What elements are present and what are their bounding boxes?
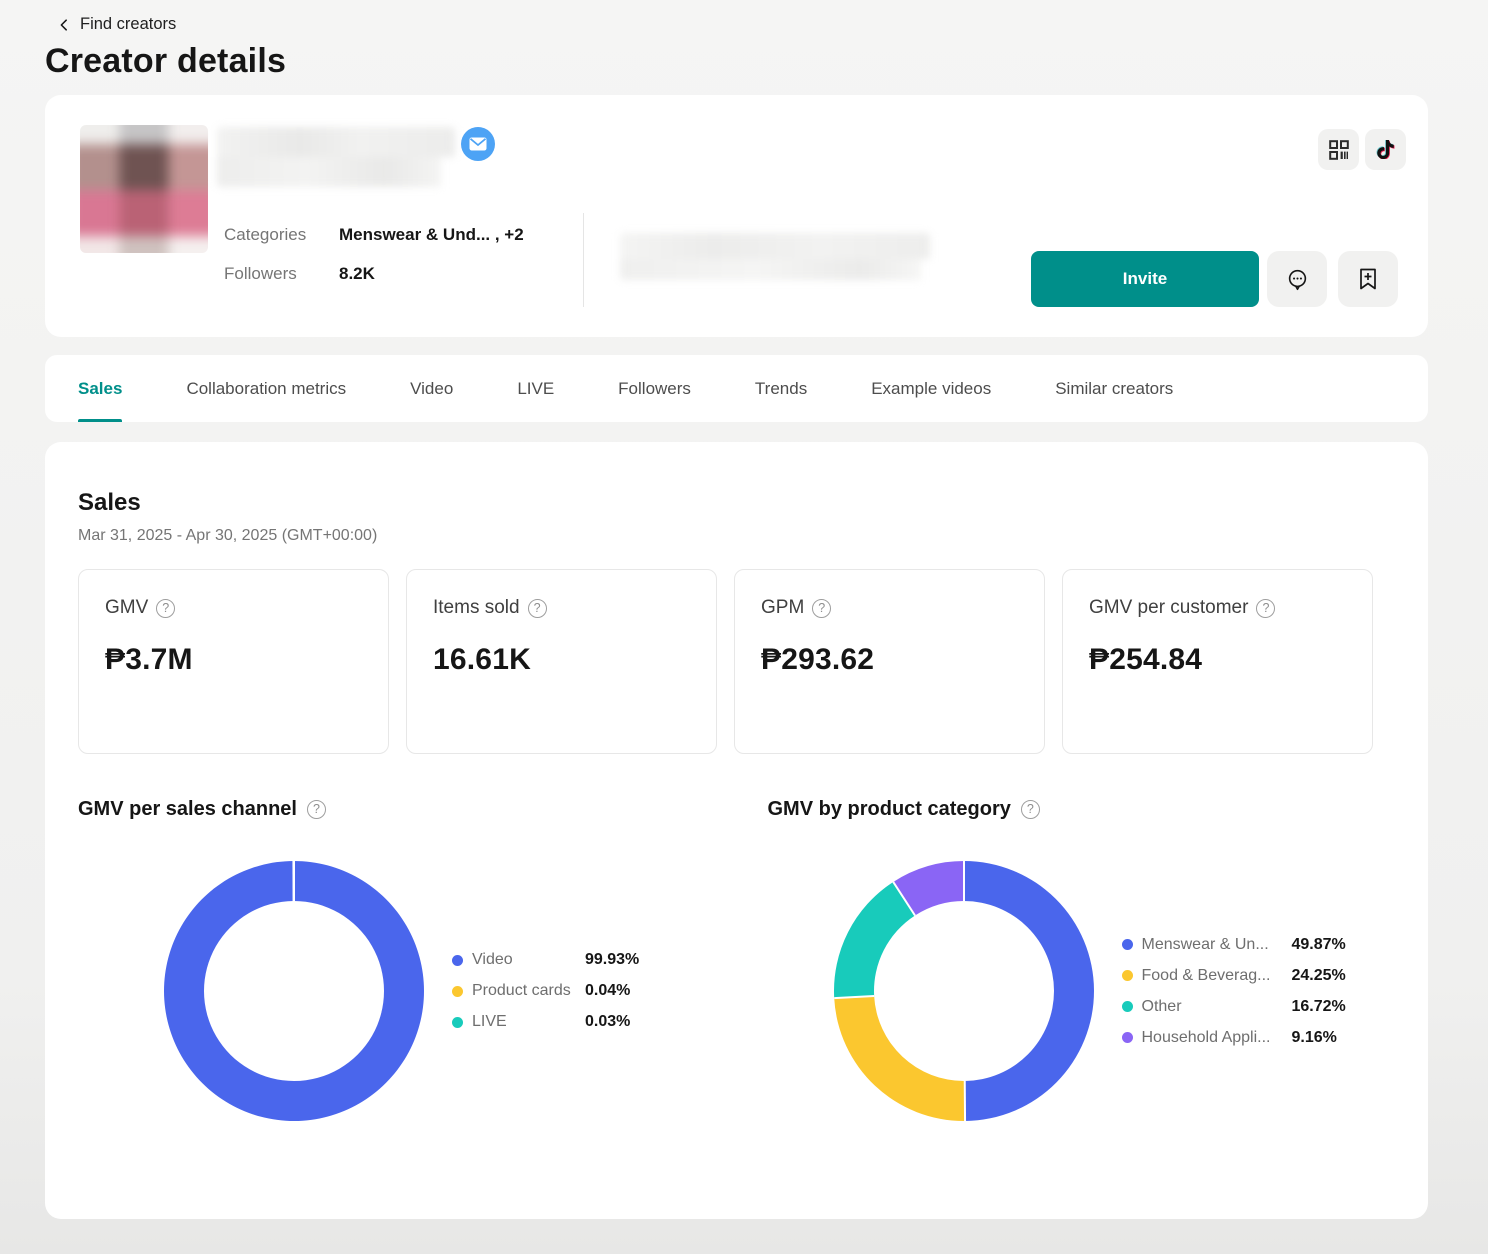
legend-item-household-appli: Household Appli...9.16% [1122, 1029, 1346, 1047]
breadcrumb[interactable]: Find creators [57, 15, 1428, 34]
tab-similar-creators[interactable]: Similar creators [1055, 355, 1173, 422]
donut-chart [164, 861, 424, 1121]
creator-followers: Followers 8.2K [224, 264, 375, 284]
metric-card-gmv: GMV? ₱3.7M [78, 569, 389, 754]
legend-label: LIVE [472, 1013, 585, 1031]
legend-dot [1122, 939, 1133, 950]
help-icon[interactable]: ? [1256, 599, 1275, 618]
metric-card-gmv-per-customer: GMV per customer? ₱254.84 [1062, 569, 1373, 754]
email-icon[interactable] [461, 127, 495, 161]
help-icon[interactable]: ? [307, 800, 326, 819]
tab-collaboration-metrics[interactable]: Collaboration metrics [186, 355, 346, 422]
legend-item-food-beverag: Food & Beverag...24.25% [1122, 967, 1346, 985]
metric-value: 16.61K [433, 643, 690, 677]
legend-label: Food & Beverag... [1142, 967, 1292, 985]
categories-value[interactable]: Menswear & Und... , +2 [339, 225, 524, 245]
creator-card: Categories Menswear & Und... , +2 Follow… [45, 95, 1428, 337]
chat-bubble-icon [1286, 268, 1309, 291]
avatar-blurred-image [80, 125, 208, 253]
breadcrumb-label: Find creators [80, 15, 176, 34]
chart-title: GMV by product category [768, 798, 1011, 821]
chart-legend: Menswear & Un...49.87%Food & Beverag...2… [1122, 936, 1346, 1047]
legend-value: 49.87% [1292, 936, 1346, 954]
legend-item-product-cards: Product cards0.04% [452, 982, 639, 1000]
donut-chart [834, 861, 1094, 1121]
metric-card-gpm: GPM? ₱293.62 [734, 569, 1045, 754]
page-title: Creator details [45, 42, 1428, 81]
tab-sales[interactable]: Sales [78, 355, 122, 422]
legend-dot [1122, 970, 1133, 981]
legend-label: Other [1142, 998, 1292, 1016]
legend-dot [452, 955, 463, 966]
date-range: Mar 31, 2025 - Apr 30, 2025 (GMT+00:00) [78, 527, 1395, 545]
legend-item-live: LIVE0.03% [452, 1013, 639, 1031]
legend-item-menswear-un: Menswear & Un...49.87% [1122, 936, 1346, 954]
legend-dot [1122, 1001, 1133, 1012]
tab-example-videos[interactable]: Example videos [871, 355, 991, 422]
sales-panel: Sales Mar 31, 2025 - Apr 30, 2025 (GMT+0… [45, 442, 1428, 1219]
legend-dot [1122, 1032, 1133, 1043]
legend-value: 9.16% [1292, 1029, 1346, 1047]
divider [583, 213, 584, 307]
bookmark-plus-icon [1358, 268, 1378, 290]
legend-item-video: Video99.93% [452, 951, 639, 969]
metric-label: Items sold [433, 597, 520, 619]
avatar [80, 125, 208, 253]
chart-title: GMV per sales channel [78, 798, 297, 821]
help-icon[interactable]: ? [528, 599, 547, 618]
legend-label: Video [472, 951, 585, 969]
metric-card-items-sold: Items sold? 16.61K [406, 569, 717, 754]
legend-label: Product cards [472, 982, 585, 1000]
followers-value: 8.2K [339, 264, 375, 284]
legend-value: 0.04% [585, 982, 639, 1000]
creator-info-redacted [620, 233, 930, 280]
legend-dot [452, 1017, 463, 1028]
legend-value: 24.25% [1292, 967, 1346, 985]
help-icon[interactable]: ? [1021, 800, 1040, 819]
tab-trends[interactable]: Trends [755, 355, 807, 422]
qr-code-icon [1329, 140, 1349, 160]
bookmark-button[interactable] [1338, 251, 1398, 307]
metric-label: GPM [761, 597, 804, 619]
legend-label: Menswear & Un... [1142, 936, 1292, 954]
tabs: Sales Collaboration metrics Video LIVE Follo… [45, 355, 1428, 422]
chart-legend: Video99.93%Product cards0.04%LIVE0.03% [452, 951, 639, 1031]
legend-value: 0.03% [585, 1013, 639, 1031]
qr-code-button[interactable] [1318, 129, 1359, 170]
followers-label: Followers [224, 264, 339, 284]
legend-item-other: Other16.72% [1122, 998, 1346, 1016]
legend-dot [452, 986, 463, 997]
help-icon[interactable]: ? [812, 599, 831, 618]
metric-cards: GMV? ₱3.7M Items sold? 16.61K GPM? ₱293.62 GMV… [78, 569, 1395, 754]
tiktok-profile-button[interactable] [1365, 129, 1406, 170]
creator-name-redacted [217, 127, 455, 187]
page: Find creators Creator details Categories… [0, 0, 1488, 1219]
tab-video[interactable]: Video [410, 355, 453, 422]
tab-live[interactable]: LIVE [517, 355, 554, 422]
chart-gmv-per-sales-channel: GMV per sales channel ? Video99.93%Produ… [78, 798, 737, 1121]
envelope-icon [469, 137, 487, 151]
charts-row: GMV per sales channel ? Video99.93%Produ… [78, 798, 1395, 1121]
tiktok-icon [1376, 140, 1395, 159]
help-icon[interactable]: ? [156, 599, 175, 618]
chat-button[interactable] [1267, 251, 1327, 307]
chevron-left-icon [57, 18, 71, 32]
invite-button[interactable]: Invite [1031, 251, 1259, 307]
chart-gmv-by-product-category: GMV by product category ? Menswear & Un.… [737, 798, 1396, 1121]
sales-section-title: Sales [78, 489, 1395, 517]
metric-value: ₱3.7M [105, 643, 362, 677]
legend-label: Household Appli... [1142, 1029, 1292, 1047]
legend-value: 16.72% [1292, 998, 1346, 1016]
metric-label: GMV [105, 597, 148, 619]
creator-categories: Categories Menswear & Und... , +2 [224, 225, 524, 245]
metric-value: ₱293.62 [761, 643, 1018, 677]
metric-value: ₱254.84 [1089, 643, 1346, 677]
categories-label: Categories [224, 225, 339, 245]
metric-label: GMV per customer [1089, 597, 1248, 619]
tab-followers[interactable]: Followers [618, 355, 691, 422]
legend-value: 99.93% [585, 951, 639, 969]
